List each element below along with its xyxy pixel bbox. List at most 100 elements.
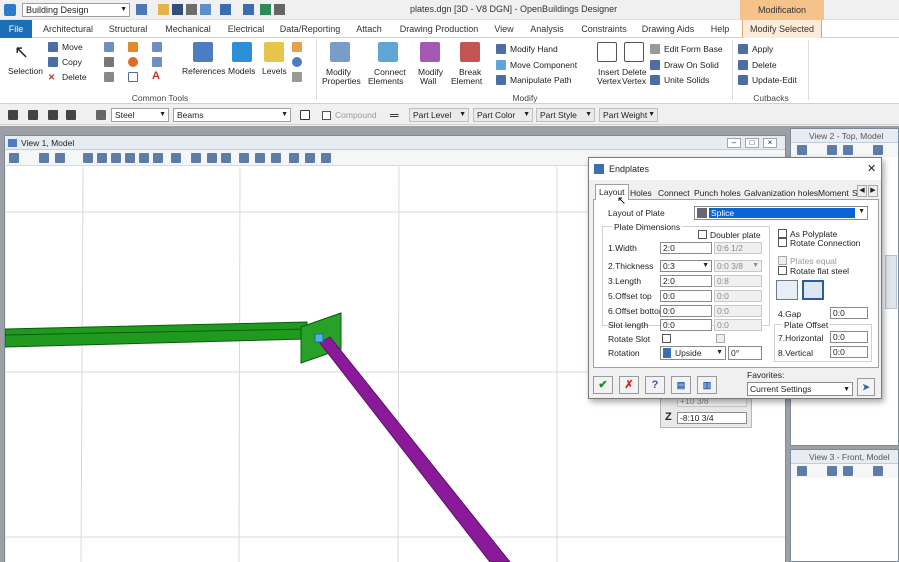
tab-architectural[interactable]: Architectural xyxy=(38,20,98,38)
load-settings-icon[interactable]: ▥ xyxy=(697,376,717,394)
beam-tool-icon[interactable] xyxy=(8,110,18,120)
display-style-icon[interactable] xyxy=(39,153,49,163)
minimize-button[interactable]: – xyxy=(727,138,741,148)
snap-icon[interactable] xyxy=(104,72,114,82)
move-button[interactable]: Move xyxy=(62,42,83,52)
view-settings-icon[interactable] xyxy=(843,145,853,155)
edit-form-base-button[interactable]: Edit Form Base xyxy=(664,44,723,54)
element-info-icon[interactable] xyxy=(152,57,162,67)
vertical-offset-input[interactable]: 0:0 xyxy=(830,346,868,358)
selection-cursor-icon[interactable]: ↖ xyxy=(14,42,34,62)
part-level-select[interactable]: Part Level ▼ xyxy=(409,108,469,122)
clip-mask-icon[interactable] xyxy=(271,153,281,163)
tab-file[interactable]: File xyxy=(0,20,32,38)
tab-constraints[interactable]: Constraints xyxy=(576,20,632,38)
member-type-select[interactable]: Beams ▼ xyxy=(173,108,291,122)
window-area-icon[interactable] xyxy=(125,153,135,163)
update-view-icon[interactable] xyxy=(873,145,883,155)
render-icon[interactable] xyxy=(305,153,315,163)
compound-checkbox[interactable] xyxy=(322,111,331,120)
settings-icon[interactable] xyxy=(200,4,211,15)
text-style-icon[interactable]: A xyxy=(152,70,160,82)
thickness-select[interactable]: 0:3 ▼ xyxy=(660,260,712,272)
view-display-icon[interactable] xyxy=(321,153,331,163)
plate-side-both-icon[interactable] xyxy=(802,280,824,300)
part-style-select[interactable]: Part Style ▼ xyxy=(536,108,595,122)
favorites-select[interactable]: Current Settings ▼ xyxy=(747,382,853,396)
settings-small-icon[interactable] xyxy=(292,72,302,82)
rotate-slot-checkbox[interactable] xyxy=(662,334,671,343)
width-input[interactable]: 2:0 xyxy=(660,242,712,254)
tab-drawing-aids[interactable]: Drawing Aids xyxy=(638,20,698,38)
move-component-button[interactable]: Move Component xyxy=(510,60,577,70)
close-button[interactable]: × xyxy=(763,138,777,148)
tab-view[interactable]: View xyxy=(490,20,518,38)
rotation-select[interactable]: Upside ▼ xyxy=(660,346,726,360)
rotate-flat-steel-checkbox[interactable] xyxy=(778,266,787,275)
view-attributes-icon[interactable] xyxy=(797,145,807,155)
manipulate-path-button[interactable]: Manipulate Path xyxy=(510,75,571,85)
view-settings-icon[interactable] xyxy=(843,466,853,476)
tab-electrical[interactable]: Electrical xyxy=(222,20,270,38)
display-style-icon[interactable] xyxy=(827,145,837,155)
open-folder-icon[interactable] xyxy=(158,4,169,15)
cutback-update-edit-button[interactable]: Update-Edit xyxy=(752,75,797,85)
length-input[interactable]: 2:0 xyxy=(660,275,712,287)
ok-check-icon[interactable]: ✔ xyxy=(593,376,613,394)
user-icon[interactable] xyxy=(136,4,147,15)
print-icon[interactable] xyxy=(274,4,285,15)
brace-tool-icon[interactable] xyxy=(48,110,58,120)
levels-button[interactable]: Levels xyxy=(262,66,287,76)
tab-structural[interactable]: Structural xyxy=(103,20,153,38)
line-tool-icon[interactable] xyxy=(104,42,114,52)
view-3-window[interactable]: View 3 - Front, Model xyxy=(790,449,899,562)
tab-moment[interactable]: Moment xyxy=(815,186,852,200)
view-previous-icon[interactable] xyxy=(207,153,217,163)
unite-solids-button[interactable]: Unite Solids xyxy=(664,75,709,85)
tab-attach[interactable]: Attach xyxy=(350,20,388,38)
camera-icon[interactable] xyxy=(289,153,299,163)
copy-view-icon[interactable] xyxy=(239,153,249,163)
fit-view-icon[interactable] xyxy=(139,153,149,163)
workspace-select[interactable]: Building Design ▼ xyxy=(22,3,130,17)
save-icon[interactable] xyxy=(172,4,183,15)
tab-galvanization-holes[interactable]: Galvanization holes xyxy=(741,186,821,200)
view-attributes-icon[interactable] xyxy=(9,153,19,163)
part-color-select[interactable]: Part Color ▼ xyxy=(473,108,533,122)
update-view-icon[interactable] xyxy=(873,466,883,476)
models-button[interactable]: Models xyxy=(228,66,255,76)
cutback-delete-button[interactable]: Delete xyxy=(752,60,777,70)
place-text-icon[interactable] xyxy=(152,42,162,52)
window-icon[interactable] xyxy=(300,110,310,120)
z-coordinate-input[interactable]: -8:10 3/4 xyxy=(677,412,747,424)
view-settings-icon[interactable] xyxy=(55,153,65,163)
line-weight-icon[interactable]: ═ xyxy=(390,108,399,122)
save-settings-icon[interactable]: ▤ xyxy=(671,376,691,394)
pick-tool-icon[interactable] xyxy=(96,110,106,120)
clip-volume-icon[interactable] xyxy=(255,153,265,163)
horizontal-offset-input[interactable]: 0:0 xyxy=(830,331,868,343)
edit-icon[interactable] xyxy=(104,57,114,67)
tab-mechanical[interactable]: Mechanical xyxy=(160,20,216,38)
display-style-icon[interactable] xyxy=(827,466,837,476)
info-icon[interactable] xyxy=(292,57,302,67)
doubler-plate-checkbox[interactable] xyxy=(698,230,707,239)
redo-icon[interactable] xyxy=(243,4,254,15)
offset-top-input[interactable]: 0:0 xyxy=(660,290,712,302)
as-polyplate-checkbox[interactable] xyxy=(778,229,787,238)
part-weight-select[interactable]: Part Weight ▼ xyxy=(599,108,658,122)
rotate-view-icon[interactable] xyxy=(153,153,163,163)
tab-modify-selected[interactable]: Modify Selected xyxy=(742,20,822,39)
delete-button[interactable]: Delete xyxy=(62,72,87,82)
save-all-icon[interactable] xyxy=(186,4,197,15)
selection-button[interactable]: Selection xyxy=(8,66,43,76)
attributes-icon[interactable] xyxy=(292,42,302,52)
zoom-out-icon[interactable] xyxy=(111,153,121,163)
modify-hand-button[interactable]: Modify Hand xyxy=(510,44,558,54)
layout-of-plate-select[interactable]: Splice ▼ xyxy=(694,206,868,220)
rotate-connection-checkbox[interactable] xyxy=(778,238,787,247)
tab-scroll-right-button[interactable]: ▶ xyxy=(868,185,878,197)
help-icon[interactable]: ? xyxy=(645,376,665,394)
column-tool-icon[interactable] xyxy=(28,110,38,120)
tab-help[interactable]: Help xyxy=(704,20,736,38)
